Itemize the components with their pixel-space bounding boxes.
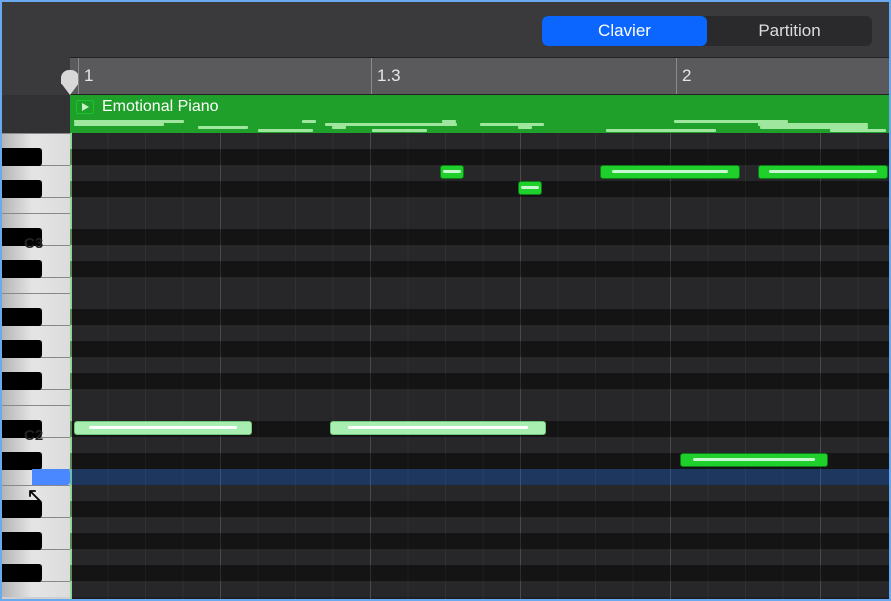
octave-label: C2 (24, 427, 43, 444)
grid-row (70, 277, 889, 293)
piano-black-key[interactable] (2, 148, 42, 166)
highlighted-key[interactable] (32, 469, 70, 485)
region-header-gutter (2, 95, 70, 119)
mini-note (74, 123, 164, 126)
grid-row (70, 181, 889, 197)
piano-black-key[interactable] (2, 452, 42, 470)
note-grid[interactable] (70, 133, 889, 599)
mini-gutter (2, 119, 70, 133)
view-mode-segmented-control: Clavier Partition (542, 16, 872, 46)
grid-row (70, 229, 889, 245)
grid-row (70, 357, 889, 373)
mini-note (258, 129, 313, 132)
piano-black-key[interactable] (2, 260, 42, 278)
mini-note (606, 129, 716, 132)
mini-note (198, 126, 248, 129)
ruler-label: 2 (676, 66, 691, 86)
ruler-label: 1 (78, 66, 93, 86)
piano-black-key[interactable] (2, 500, 42, 518)
grid-row (70, 309, 889, 325)
piano-white-key[interactable] (2, 197, 70, 213)
grid-row (70, 533, 889, 549)
midi-note[interactable] (518, 181, 542, 195)
piano-black-key[interactable] (2, 340, 42, 358)
grid-row (70, 581, 889, 597)
mini-note (518, 126, 532, 129)
mini-note (302, 120, 316, 123)
grid-row (70, 373, 889, 389)
grid-row (70, 485, 889, 501)
midi-note[interactable] (758, 165, 888, 179)
piano-black-key[interactable] (2, 372, 42, 390)
mini-overview[interactable] (70, 119, 889, 133)
piano-black-key[interactable] (2, 308, 42, 326)
piano-black-key[interactable] (2, 180, 42, 198)
midi-note[interactable] (680, 453, 828, 467)
grid-row (70, 517, 889, 533)
grid-row (70, 405, 889, 421)
play-icon (76, 100, 94, 114)
octave-label: C3 (24, 235, 43, 252)
mini-note (830, 129, 886, 132)
grid-row (70, 549, 889, 565)
grid-row (70, 261, 889, 277)
grid-row (70, 245, 889, 261)
piano-white-key[interactable] (2, 277, 70, 293)
grid-row (70, 133, 889, 149)
mini-note (442, 120, 456, 123)
mini-note (480, 123, 544, 126)
grid-row (70, 197, 889, 213)
mini-note (332, 126, 346, 129)
midi-note[interactable] (600, 165, 740, 179)
grid-row (70, 389, 889, 405)
ruler-label: 1.3 (371, 66, 401, 86)
tab-clavier[interactable]: Clavier (542, 16, 707, 46)
grid-row (70, 325, 889, 341)
grid-row-selected (70, 469, 889, 485)
piano-keyboard[interactable]: C3 C2 (2, 133, 70, 599)
piano-black-key[interactable] (2, 564, 42, 582)
mini-overview-row (2, 119, 889, 133)
region-name: Emotional Piano (102, 98, 219, 116)
piano-white-key[interactable] (2, 581, 70, 597)
grid-row (70, 149, 889, 165)
midi-note[interactable] (74, 421, 252, 435)
grid-row (70, 213, 889, 229)
region-header[interactable]: Emotional Piano (70, 95, 889, 119)
time-ruler[interactable]: 11.32 (70, 57, 889, 95)
grid-row (70, 437, 889, 453)
piano-roll-main: C3 C2 (2, 133, 889, 599)
mini-note (372, 129, 427, 132)
editor-toolbar: Clavier Partition (2, 2, 889, 57)
piano-black-key[interactable] (2, 532, 42, 550)
tab-partition[interactable]: Partition (707, 16, 872, 46)
midi-note[interactable] (330, 421, 546, 435)
piano-white-key[interactable] (2, 389, 70, 405)
grid-row (70, 565, 889, 581)
ruler-gutter (2, 57, 70, 95)
midi-note[interactable] (440, 165, 464, 179)
grid-row (70, 501, 889, 517)
grid-row (70, 293, 889, 309)
region-header-row: Emotional Piano (2, 95, 889, 119)
grid-row (70, 341, 889, 357)
ruler-row: 11.32 (2, 57, 889, 95)
